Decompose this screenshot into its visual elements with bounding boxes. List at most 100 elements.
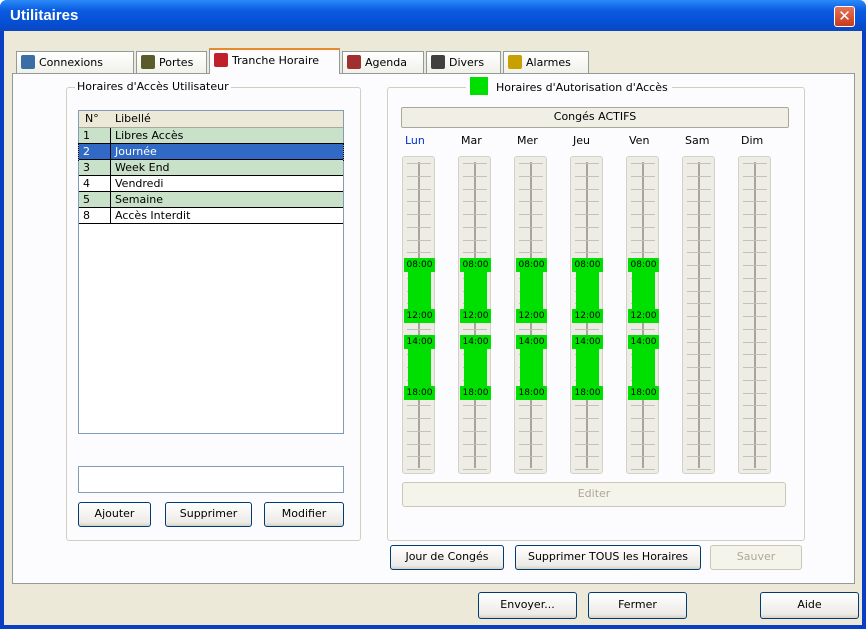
title-bar[interactable]: Utilitaires ✕	[0, 0, 866, 31]
list-item[interactable]: 2 Journée	[78, 143, 344, 161]
list-item[interactable]: 8 Accès Interdit	[79, 208, 343, 224]
day-schedule-column-jeu[interactable]: 08:00 12:00 14:00 18:00	[570, 156, 603, 474]
day-schedule-column-mer[interactable]: 08:00 12:00 14:00 18:00	[514, 156, 547, 474]
hour-tick	[519, 175, 543, 177]
hour-tick	[519, 456, 543, 458]
hour-tick	[687, 405, 711, 407]
time-slot-start-label[interactable]: 08:00	[404, 258, 435, 272]
hour-tick	[687, 175, 711, 177]
hour-tick	[687, 163, 711, 164]
time-slot-start-label[interactable]: 14:00	[404, 334, 435, 349]
hour-tick	[687, 252, 711, 254]
hour-tick	[743, 379, 767, 381]
time-slot-end-label[interactable]: 12:00	[572, 309, 603, 323]
time-slot-end-label[interactable]: 18:00	[460, 385, 491, 400]
modify-button[interactable]: Modifier	[264, 502, 344, 527]
hour-tick	[463, 201, 487, 203]
hour-tick	[631, 469, 655, 470]
save-button[interactable]: Sauver	[710, 545, 802, 570]
hour-tick	[743, 456, 767, 458]
time-slot-end-label[interactable]: 18:00	[516, 385, 547, 400]
time-slot-end-label[interactable]: 12:00	[460, 309, 491, 323]
hour-tick	[743, 188, 767, 190]
hour-tick	[463, 405, 487, 407]
row-number: 8	[83, 209, 90, 222]
delete-button[interactable]: Supprimer	[165, 502, 252, 527]
close-button[interactable]: Fermer	[588, 592, 687, 619]
holiday-button[interactable]: Jour de Congés	[390, 545, 504, 570]
schedule-name-input[interactable]	[78, 466, 344, 493]
hour-tick	[743, 214, 767, 215]
time-slot-end-label[interactable]: 18:00	[628, 385, 659, 400]
hour-tick	[407, 239, 431, 241]
hour-tick	[463, 456, 487, 458]
time-slot-start-label[interactable]: 08:00	[572, 258, 603, 272]
edit-schedule-button[interactable]: Editer	[402, 482, 786, 507]
day-schedule-column-ven[interactable]: 08:00 12:00 14:00 18:00	[626, 156, 659, 474]
hour-tick	[687, 341, 711, 343]
hour-tick	[631, 188, 655, 190]
day-schedule-column-lun[interactable]: 08:00 12:00 14:00 18:00	[402, 156, 435, 474]
hour-tick	[743, 252, 767, 254]
column-header-number[interactable]: N°	[85, 112, 99, 125]
time-slot-start-label[interactable]: 14:00	[628, 334, 659, 349]
day-label-jeu: Jeu	[573, 134, 590, 147]
time-slot-end-label[interactable]: 18:00	[404, 385, 435, 400]
day-schedule-column-dim[interactable]	[738, 156, 771, 474]
hour-tick	[687, 367, 711, 368]
time-slot-start-label[interactable]: 08:00	[628, 258, 659, 272]
hour-tick	[407, 418, 431, 419]
hour-tick	[687, 303, 711, 305]
tab-connexions[interactable]: Connexions	[16, 51, 134, 73]
list-item[interactable]: 5 Semaine	[79, 192, 343, 208]
close-window-button[interactable]: ✕	[834, 6, 855, 27]
hour-tick	[463, 469, 487, 470]
hour-tick	[687, 226, 711, 228]
tab-alarmes[interactable]: Alarmes	[503, 51, 589, 73]
tab-divers[interactable]: Divers	[426, 51, 501, 73]
delete-all-schedules-button[interactable]: Supprimer TOUS les Horaires	[515, 545, 701, 570]
tab-portes[interactable]: Portes	[136, 51, 207, 73]
hour-tick	[407, 456, 431, 458]
access-schedules-group: Horaires d'Autorisation d'Accès Congés A…	[387, 77, 805, 541]
slider-track	[698, 162, 700, 468]
hour-tick	[463, 188, 487, 190]
hour-tick	[743, 201, 767, 203]
hour-tick	[407, 201, 431, 203]
hour-tick	[743, 303, 767, 305]
help-button[interactable]: Aide	[760, 592, 859, 619]
day-schedule-column-sam[interactable]	[682, 156, 715, 474]
hour-tick	[463, 214, 487, 215]
hour-tick	[407, 188, 431, 190]
hour-tick	[407, 405, 431, 407]
row-label: Semaine	[115, 193, 164, 206]
column-header-label[interactable]: Libellé	[115, 112, 151, 125]
list-item[interactable]: 1 Libres Accès	[79, 128, 343, 144]
time-slot-start-label[interactable]: 08:00	[460, 258, 491, 272]
day-label-mer: Mer	[517, 134, 538, 147]
hour-tick	[687, 290, 711, 292]
list-item[interactable]: 4 Vendredi	[79, 176, 343, 192]
time-slot-end-label[interactable]: 12:00	[516, 309, 547, 323]
tab-agenda[interactable]: Agenda	[342, 51, 424, 73]
list-item[interactable]: 3 Week End	[79, 160, 343, 176]
schedule-list[interactable]: N° Libellé 1 Libres Accès 2 Journée 3 Week En…	[78, 110, 344, 434]
send-button[interactable]: Envoyer...	[478, 592, 577, 619]
tab-tranche-horaire[interactable]: Tranche Horaire	[209, 48, 340, 74]
day-schedule-column-mar[interactable]: 08:00 12:00 14:00 18:00	[458, 156, 491, 474]
add-button[interactable]: Ajouter	[78, 502, 151, 527]
door-icon	[141, 55, 155, 69]
day-label-ven: Ven	[629, 134, 650, 147]
hour-tick	[687, 456, 711, 458]
time-slot-start-label[interactable]: 14:00	[516, 334, 547, 349]
time-slot-start-label[interactable]: 08:00	[516, 258, 547, 272]
hour-tick	[687, 201, 711, 203]
row-label: Vendredi	[115, 177, 164, 190]
time-slot-end-label[interactable]: 18:00	[572, 385, 603, 400]
time-slot-start-label[interactable]: 14:00	[460, 334, 491, 349]
time-slot-start-label[interactable]: 14:00	[572, 334, 603, 349]
hour-tick	[687, 265, 711, 266]
time-slot-end-label[interactable]: 12:00	[404, 309, 435, 323]
utilitaires-window: Utilitaires ✕ Connexions Portes Tranche Ho…	[0, 0, 866, 629]
time-slot-end-label[interactable]: 12:00	[628, 309, 659, 323]
